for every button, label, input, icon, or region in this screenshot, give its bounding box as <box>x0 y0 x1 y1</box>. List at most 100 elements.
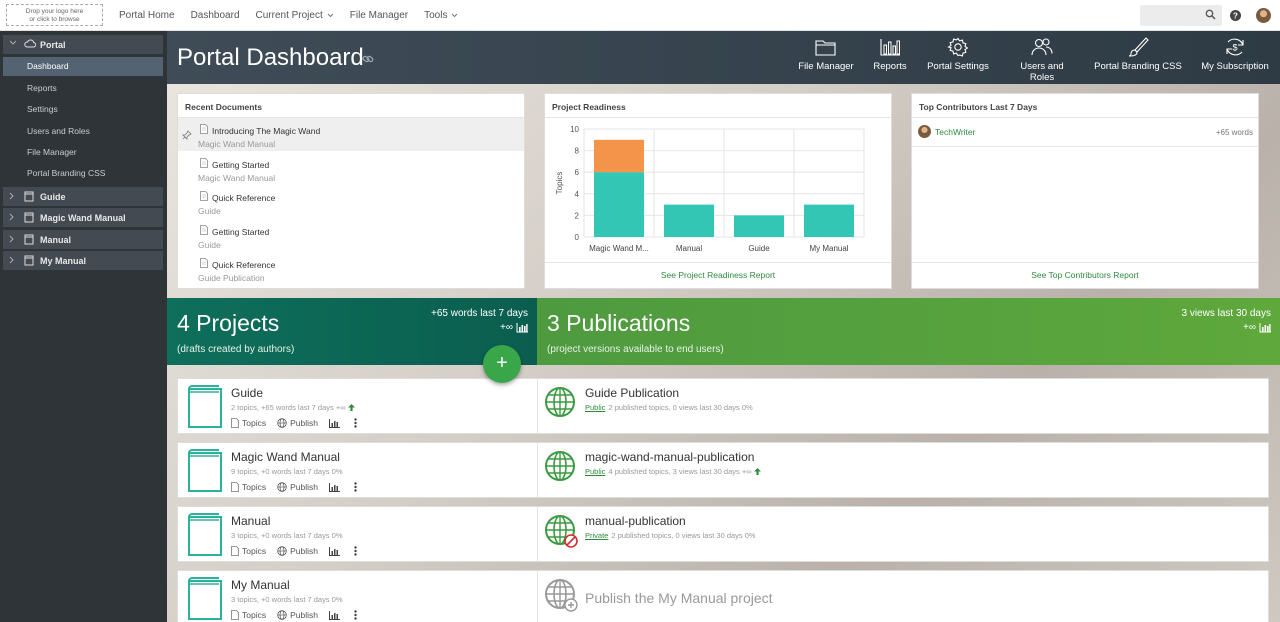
project-stats-button[interactable] <box>328 418 343 428</box>
project-meta-text: 2 topics, +65 words last 7 days +∞ <box>231 403 346 412</box>
project-meta: 2 topics, +65 words last 7 days +∞ <box>231 403 355 412</box>
sidebar-project-guide[interactable]: Guide <box>3 187 163 206</box>
more-menu-icon[interactable] <box>354 482 360 492</box>
more-menu-icon[interactable] <box>354 546 360 556</box>
publication-access-link[interactable]: Public <box>585 403 605 412</box>
recent-document-item[interactable]: Introducing The Magic Wand Magic Wand Ma… <box>178 118 524 151</box>
sidebar-project-label: Manual <box>40 235 72 245</box>
contributor-name[interactable]: TechWriter <box>935 127 975 137</box>
project-row: Magic Wand Manual 9 topics, +0 words last… <box>177 442 1269 498</box>
bar <box>594 172 644 237</box>
recent-document-item[interactable]: Getting Started Magic Wand Manual <box>178 152 524 185</box>
sidebar-item-settings[interactable]: Settings <box>3 100 163 119</box>
header-button-label: Users and Roles <box>1020 61 1064 83</box>
sidebar-item-reports[interactable]: Reports <box>3 79 163 98</box>
projects-trend: +∞ <box>500 322 513 333</box>
contributor-row[interactable]: TechWriter +65 words <box>918 125 1253 142</box>
publication-access-link[interactable]: Private <box>585 531 608 540</box>
sidebar-project-my-manual[interactable]: My Manual <box>3 251 163 270</box>
nav-current-project[interactable]: Current Project <box>256 10 334 21</box>
project-stats-button[interactable] <box>328 610 343 620</box>
bar-chart-icon <box>880 39 900 56</box>
dashboard-header: Portal Dashboard File Manager Reports Po… <box>167 31 1280 84</box>
project-name[interactable]: Guide <box>231 386 263 400</box>
bar-chart-icon <box>328 418 340 428</box>
header-button-label: Reports <box>873 61 907 72</box>
header-portal-settings-button[interactable]: Portal Settings <box>925 37 991 72</box>
topics-button[interactable]: Topics <box>231 482 266 492</box>
publication-name[interactable]: Guide Publication <box>585 386 679 400</box>
sidebar-item-portal-branding-css[interactable]: Portal Branding CSS <box>3 164 163 183</box>
help-icon[interactable]: ? <box>1230 10 1241 21</box>
globe-icon <box>277 610 287 620</box>
sidebar-project-magic-wand-manual[interactable]: Magic Wand Manual <box>3 208 163 227</box>
nav-tools[interactable]: Tools <box>424 10 458 21</box>
nav-file-manager[interactable]: File Manager <box>350 10 408 21</box>
document-icon <box>200 225 208 235</box>
nav-portal-home[interactable]: Portal Home <box>119 10 175 21</box>
project-stats-button[interactable] <box>328 482 343 492</box>
project-stats-button[interactable] <box>328 546 343 556</box>
chevron-down-icon <box>9 40 17 45</box>
header-users-and-roles-button[interactable]: Users and Roles <box>1007 37 1077 83</box>
header-file-manager-button[interactable]: File Manager <box>797 37 855 72</box>
search-icon[interactable] <box>1205 9 1216 20</box>
add-project-button[interactable]: + <box>483 345 521 383</box>
globe-icon <box>545 387 575 417</box>
header-portal-branding-css-button[interactable]: Portal Branding CSS <box>1093 37 1183 72</box>
sidebar-project-manual[interactable]: Manual <box>3 230 163 249</box>
more-menu-icon[interactable] <box>354 610 360 620</box>
sidebar-project-label: My Manual <box>40 256 87 266</box>
document-project: Magic Wand Manual <box>198 139 276 149</box>
publications-count: 3 Publications <box>547 310 691 336</box>
more-menu-icon[interactable] <box>354 418 360 428</box>
link-icon[interactable] <box>362 54 374 64</box>
user-avatar[interactable] <box>1256 8 1271 23</box>
recent-document-item[interactable]: Quick Reference Guide <box>178 185 524 218</box>
bar <box>804 204 854 237</box>
top-contributors-report-link[interactable]: See Top Contributors Report <box>912 262 1258 288</box>
sidebar-portal-label: Portal <box>40 40 66 50</box>
nav-dashboard[interactable]: Dashboard <box>191 10 240 21</box>
topics-button[interactable]: Topics <box>231 610 266 620</box>
document-icon <box>231 546 239 556</box>
bar-chart-icon[interactable] <box>1259 323 1271 333</box>
x-tick-label: Magic Wand M... <box>589 244 649 253</box>
sidebar-item-file-manager[interactable]: File Manager <box>3 143 163 162</box>
sidebar-item-dashboard[interactable]: Dashboard <box>3 57 163 76</box>
document-project: Magic Wand Manual <box>198 173 276 183</box>
publish-button[interactable]: Publish <box>277 482 318 492</box>
sidebar: Portal Dashboard Reports Settings Users … <box>0 31 167 622</box>
search-input[interactable] <box>1140 5 1222 26</box>
chevron-down-icon <box>327 13 334 18</box>
publish-button[interactable]: Publish <box>277 546 318 556</box>
publication-name[interactable]: magic-wand-manual-publication <box>585 450 754 464</box>
sidebar-item-users-and-roles[interactable]: Users and Roles <box>3 122 163 141</box>
publish-button[interactable]: Publish <box>277 418 318 428</box>
topics-button[interactable]: Topics <box>231 418 266 428</box>
recent-document-item[interactable]: Quick Reference Guide Publication <box>178 252 524 285</box>
publication-meta-text: 4 published topics, 3 views last 30 days… <box>608 467 752 476</box>
publication-meta: Public 4 published topics, 3 views last 3… <box>585 467 761 476</box>
topics-button[interactable]: Topics <box>231 546 266 556</box>
publish-project-button[interactable]: Publish the My Manual project <box>585 590 773 606</box>
y-tick-label: 8 <box>575 147 580 156</box>
publication-name[interactable]: manual-publication <box>585 514 686 528</box>
publication-access-link[interactable]: Public <box>585 467 605 476</box>
project-readiness-report-link[interactable]: See Project Readiness Report <box>545 262 891 288</box>
publication-meta: Private 2 published topics, 0 views last … <box>585 531 756 540</box>
sidebar-portal-group[interactable]: Portal <box>3 35 163 54</box>
bar-chart-icon <box>328 546 340 556</box>
recent-document-item[interactable]: Getting Started Guide <box>178 219 524 252</box>
logo-dropzone[interactable]: Drop your logo here or click to browse <box>6 4 103 26</box>
header-my-subscription-button[interactable]: $ My Subscription <box>1199 37 1271 72</box>
bar-chart-icon[interactable] <box>516 323 528 333</box>
project-name[interactable]: My Manual <box>231 578 290 592</box>
project-name[interactable]: Manual <box>231 514 270 528</box>
publish-button[interactable]: Publish <box>277 610 318 620</box>
header-reports-button[interactable]: Reports <box>870 37 910 72</box>
pin-icon[interactable] <box>182 130 192 140</box>
project-name[interactable]: Magic Wand Manual <box>231 450 340 464</box>
project-row: Guide 2 topics, +65 words last 7 days +∞ T… <box>177 378 1269 434</box>
publish-label: Publish <box>290 546 318 556</box>
